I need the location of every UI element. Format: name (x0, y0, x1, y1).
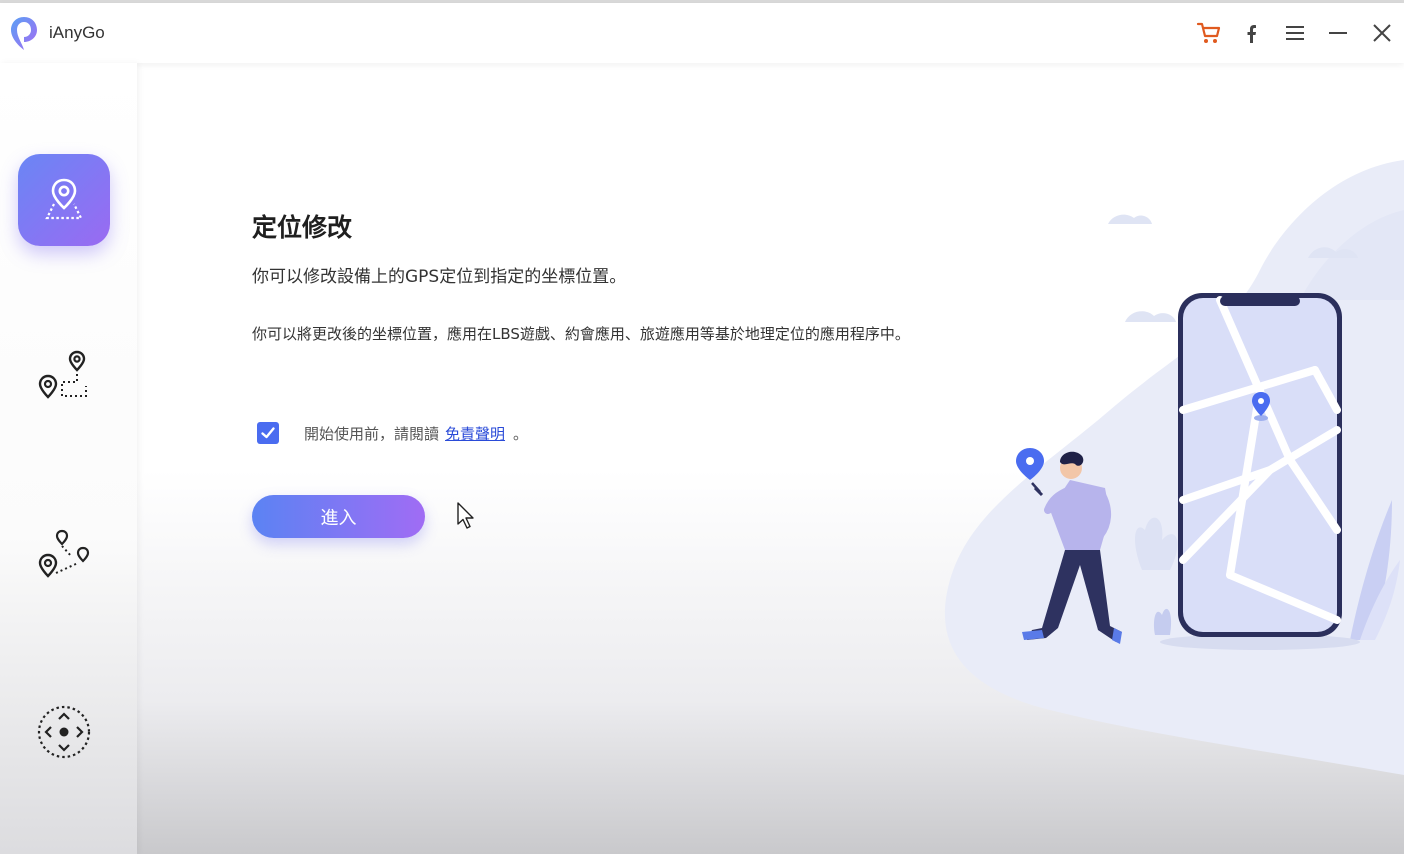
minimize-button[interactable] (1322, 17, 1354, 49)
cart-button[interactable] (1193, 17, 1225, 49)
agreement-checkbox[interactable] (257, 422, 279, 444)
joystick-icon (37, 705, 91, 759)
agreement-text: 開始使用前，請閱讀 (304, 424, 440, 443)
close-icon (1373, 24, 1391, 42)
page-subtitle: 你可以修改設備上的GPS定位到指定的坐標位置。 (252, 267, 627, 287)
enter-button[interactable]: 進入 (252, 495, 425, 538)
check-icon (261, 427, 275, 439)
two-spot-route-icon (38, 350, 87, 399)
cart-icon (1196, 22, 1221, 43)
sidebar-item-change-location[interactable] (18, 154, 110, 246)
multi-spot-route-icon (38, 529, 90, 578)
app-title: iAnyGo (49, 23, 105, 42)
title-bar: iAnyGo (0, 3, 1404, 63)
sidebar-item-two-spot-movement[interactable] (18, 332, 110, 424)
sidebar-item-joystick-movement[interactable] (18, 686, 110, 778)
app-logo-icon (11, 17, 37, 50)
menu-button[interactable] (1279, 17, 1311, 49)
sidebar (0, 63, 137, 854)
app-window: iAnyGo 定位修改 你可以修改設備上的GPS定位到指定的坐標位置。 你可以將… (0, 0, 1404, 854)
agreement-suffix: 。 (513, 424, 529, 443)
facebook-icon (1247, 25, 1256, 43)
minimize-icon (1329, 32, 1347, 34)
mouse-cursor-icon (457, 502, 474, 529)
page-description: 你可以將更改後的坐標位置，應用在LBS遊戲、約會應用、旅遊應用等基於地理定位的應… (252, 325, 910, 343)
menu-icon (1286, 26, 1304, 40)
location-pin-area-icon (45, 178, 83, 220)
phone-map-illustration (944, 160, 1404, 775)
close-button[interactable] (1366, 17, 1398, 49)
page-title: 定位修改 (252, 213, 353, 242)
facebook-button[interactable] (1236, 17, 1268, 49)
agreement-row: 開始使用前，請閱讀 免責聲明 。 (257, 422, 528, 444)
disclaimer-link[interactable]: 免責聲明 (445, 423, 505, 444)
sidebar-item-multi-spot-movement[interactable] (18, 509, 110, 601)
